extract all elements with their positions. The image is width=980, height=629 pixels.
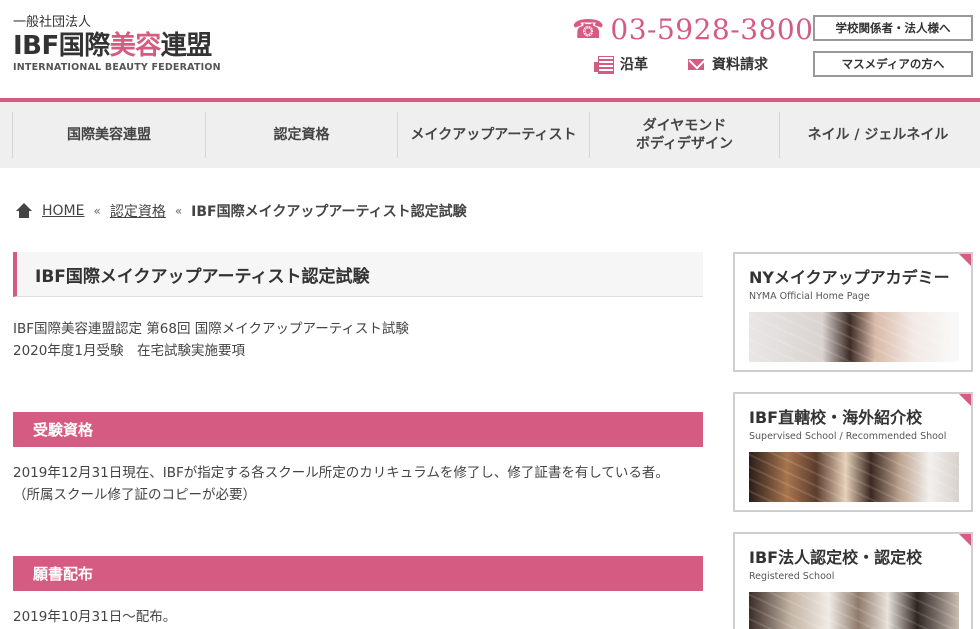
banner-image — [749, 452, 959, 502]
nav-item-diamond-body-design-label: ダイヤモンド ボディデザイン — [636, 117, 733, 153]
breadcrumb: HOME « 認定資格 « IBF国際メイクアップアーティスト認定試験 — [15, 200, 467, 222]
global-nav: 国際美容連盟 認定資格 メイクアップアーティスト ダイヤモンド ボディデザイン … — [0, 102, 980, 168]
banner-image — [749, 592, 959, 629]
phone-contact[interactable]: ☎ 03-5928-3800 — [572, 12, 813, 48]
history-link[interactable]: 沿革 — [594, 54, 648, 74]
intro-line-1: IBF国際美容連盟認定 第68回 国際メイクアップアーティスト試験 — [13, 321, 409, 337]
logo-title-part1: IBF国際 — [13, 31, 110, 61]
request-docs-link[interactable]: 資料請求 — [688, 54, 768, 74]
intro-line-2: 2020年度1月受験 在宅試験実施要項 — [13, 343, 245, 359]
nav-label-line1: ダイヤモンド — [642, 118, 727, 134]
logo-title: IBF国際美容連盟 — [13, 31, 221, 61]
banner-title: IBF法人認定校・認定校 — [749, 548, 923, 567]
nav-item-federation[interactable]: 国際美容連盟 — [12, 112, 206, 158]
sidebar-banner-supervised-schools[interactable]: IBF直轄校・海外紹介校 Supervised School / Recomme… — [733, 392, 973, 512]
application-line-1: 2019年10月31日～配布。 — [13, 609, 177, 625]
nav-item-certification[interactable]: 認定資格 — [206, 112, 398, 158]
banner-subtitle: Registered School — [749, 571, 835, 582]
page-title: IBF国際メイクアップアーティスト認定試験 — [13, 252, 703, 297]
banner-title: NYメイクアップアカデミー — [749, 268, 950, 287]
banner-subtitle: Supervised School / Recommended Shool — [749, 431, 947, 442]
phone-icon: ☎ — [572, 15, 605, 45]
breadcrumb-certification[interactable]: 認定資格 — [110, 201, 166, 221]
logo-english: INTERNATIONAL BEAUTY FEDERATION — [13, 62, 221, 73]
breadcrumb-separator: « — [174, 204, 183, 218]
section-heading-application: 願書配布 — [13, 556, 703, 591]
breadcrumb-current: IBF国際メイクアップアーティスト認定試験 — [191, 204, 467, 220]
site-logo[interactable]: 一般社団法人 IBF国際美容連盟 INTERNATIONAL BEAUTY FE… — [13, 15, 221, 75]
request-docs-label: 資料請求 — [712, 57, 768, 73]
school-partners-button[interactable]: 学校関係者・法人様へ — [813, 15, 973, 41]
section-body-eligibility: 2019年12月31日現在、IBFが指定する各スクール所定のカリキュラムを修了し… — [13, 462, 669, 506]
logo-title-part2: 美容 — [109, 31, 162, 61]
nav-item-nail[interactable]: ネイル / ジェルネイル — [780, 112, 976, 158]
nav-label-line2: ボディデザイン — [635, 136, 734, 152]
sidebar-banner-registered-schools[interactable]: IBF法人認定校・認定校 Registered School — [733, 532, 973, 629]
nav-item-diamond-body-design[interactable]: ダイヤモンド ボディデザイン — [590, 112, 780, 158]
phone-number: 03-5928-3800 — [610, 13, 814, 46]
home-icon — [15, 203, 33, 219]
banner-subtitle: NYMA Official Home Page — [749, 291, 870, 302]
banner-title: IBF直轄校・海外紹介校 — [749, 408, 923, 427]
breadcrumb-separator: « — [93, 204, 101, 218]
sidebar-banner-ny-makeup-academy[interactable]: NYメイクアップアカデミー NYMA Official Home Page — [733, 252, 973, 372]
building-icon — [594, 56, 614, 74]
eligibility-line-1: 2019年12月31日現在、IBFが指定する各スクール所定のカリキュラムを修了し… — [13, 465, 669, 481]
logo-org-type: 一般社団法人 — [13, 15, 92, 30]
mail-icon — [688, 58, 704, 70]
mass-media-button[interactable]: マスメディアの方へ — [813, 51, 973, 77]
section-body-application: 2019年10月31日～配布。 — [13, 606, 176, 628]
site-header: 一般社団法人 IBF国際美容連盟 INTERNATIONAL BEAUTY FE… — [0, 0, 980, 98]
intro-text: IBF国際美容連盟認定 第68回 国際メイクアップアーティスト試験 2020年度… — [13, 318, 409, 362]
history-link-label: 沿革 — [620, 57, 648, 73]
eligibility-line-2: （所属スクール修了証のコピーが必要） — [13, 487, 256, 503]
breadcrumb-home[interactable]: HOME — [42, 203, 84, 219]
section-heading-eligibility: 受験資格 — [13, 412, 703, 447]
banner-image — [749, 312, 959, 362]
nav-item-makeup-artist[interactable]: メイクアップアーティスト — [398, 112, 590, 158]
logo-title-part3: 連盟 — [160, 31, 213, 61]
global-nav-list: 国際美容連盟 認定資格 メイクアップアーティスト ダイヤモンド ボディデザイン … — [12, 112, 980, 158]
